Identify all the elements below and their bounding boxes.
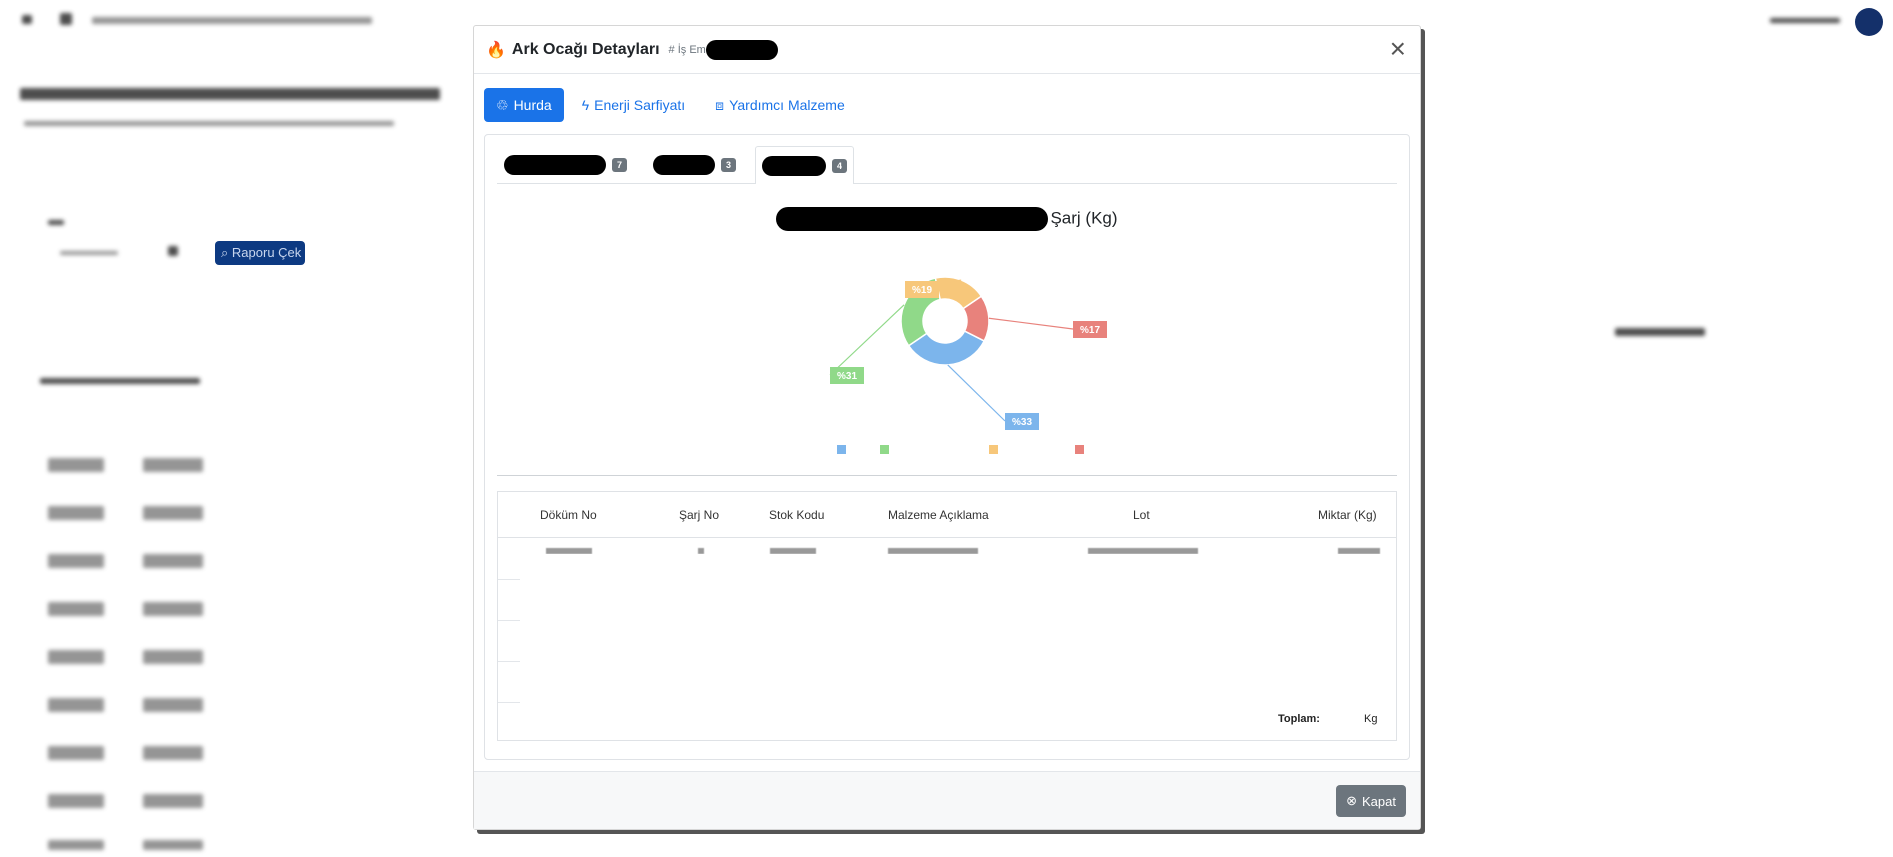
col-header[interactable]: Stok Kodu: [769, 508, 824, 522]
avatar: [1855, 8, 1883, 36]
table-row[interactable]: [498, 538, 1396, 554]
col-header[interactable]: Şarj No: [679, 508, 719, 522]
modal-header: 🔥 Ark Ocağı Detayları # İş Em ×: [474, 26, 1420, 74]
pill-hurda[interactable]: ♲ Hurda: [484, 88, 564, 122]
col-header[interactable]: Malzeme Açıklama: [888, 508, 989, 522]
pill-label: Enerji Sarfiyatı: [594, 97, 686, 113]
slice-label: %31: [837, 371, 857, 382]
redacted-tab-label: [504, 155, 606, 175]
recycle-icon: ♲: [496, 96, 509, 113]
col-header[interactable]: Lot: [1133, 508, 1150, 522]
pill-yardimci-malzeme[interactable]: ⧈ Yardımcı Malzeme: [703, 88, 857, 122]
sub-tabs: 7 3 4: [497, 135, 1397, 184]
chart-title: Şarj (Kg): [485, 207, 1409, 231]
row-divider: [498, 579, 520, 580]
report-button-label: Raporu Çek: [231, 245, 302, 260]
pill-label: Yardımcı Malzeme: [729, 97, 845, 113]
detail-table: Döküm No Şarj No Stok Kodu Malzeme Açıkl…: [497, 491, 1397, 741]
legend-swatch[interactable]: [989, 445, 998, 454]
close-button[interactable]: ⊗ Kapat: [1336, 785, 1406, 817]
legend-swatch[interactable]: [880, 445, 889, 454]
fire-icon: 🔥: [486, 41, 506, 59]
pill-label: Hurda: [513, 97, 552, 113]
close-icon[interactable]: ×: [1390, 35, 1406, 63]
report-button: ⌕ Raporu Çek: [215, 241, 305, 265]
slice-label: %33: [1012, 417, 1032, 428]
callout-line: [988, 317, 1074, 330]
col-header[interactable]: Miktar (Kg): [1318, 508, 1377, 522]
redacted-block: [705, 39, 778, 60]
callout-line: [947, 364, 1006, 422]
total-label: Toplam:: [1278, 713, 1320, 725]
slice-label: %17: [1080, 325, 1100, 336]
chart-title-suffix: Şarj (Kg): [1050, 208, 1118, 228]
work-order-subtitle: # İş Em: [668, 39, 778, 60]
close-button-label: Kapat: [1362, 793, 1396, 809]
close-circle-icon: ⊗: [1346, 793, 1358, 808]
detail-modal: 🔥 Ark Ocağı Detayları # İş Em × ♲ Hurda …: [473, 25, 1421, 830]
content-card: 7 3 4 Şarj (Kg) %33 %31 %19 %17 Döküm No: [484, 134, 1410, 760]
modal-footer: ⊗ Kapat: [474, 771, 1420, 829]
pill-enerji-sarfiyati[interactable]: ϟ Enerji Sarfiyatı: [570, 88, 697, 122]
slice-label: %19: [912, 285, 932, 296]
tab-3[interactable]: 4: [755, 146, 855, 184]
subtitle-prefix: # İş Em: [668, 43, 706, 56]
tab-count-badge: 3: [721, 158, 737, 172]
row-divider: [498, 620, 520, 621]
table-header: Döküm No Şarj No Stok Kodu Malzeme Açıkl…: [498, 492, 1396, 538]
tab-1[interactable]: 7: [497, 146, 634, 183]
boxes-icon: ⧈: [715, 96, 725, 113]
callout-line: [829, 304, 905, 376]
category-pills: ♲ Hurda ϟ Enerji Sarfiyatı ⧈ Yardımcı Ma…: [484, 88, 1410, 122]
total-unit: Kg: [1364, 713, 1378, 725]
tab-count-badge: 4: [832, 158, 848, 173]
row-divider: [498, 661, 520, 662]
tab-count-badge: 7: [612, 158, 628, 172]
redacted-tab-label: [762, 155, 827, 176]
lightning-icon: ϟ: [581, 97, 590, 113]
donut-chart: %33 %31 %19 %17: [829, 276, 1107, 454]
col-header[interactable]: Döküm No: [540, 508, 597, 522]
modal-title: Ark Ocağı Detayları: [511, 40, 660, 58]
redacted-tab-label: [653, 155, 716, 175]
table-footer: Toplam: Kg: [498, 700, 1396, 740]
redacted-chart-title: [776, 207, 1049, 231]
tab-2[interactable]: 3: [646, 146, 743, 183]
legend-swatch[interactable]: [1075, 445, 1084, 454]
divider: [497, 475, 1397, 476]
legend-swatch[interactable]: [837, 445, 846, 454]
